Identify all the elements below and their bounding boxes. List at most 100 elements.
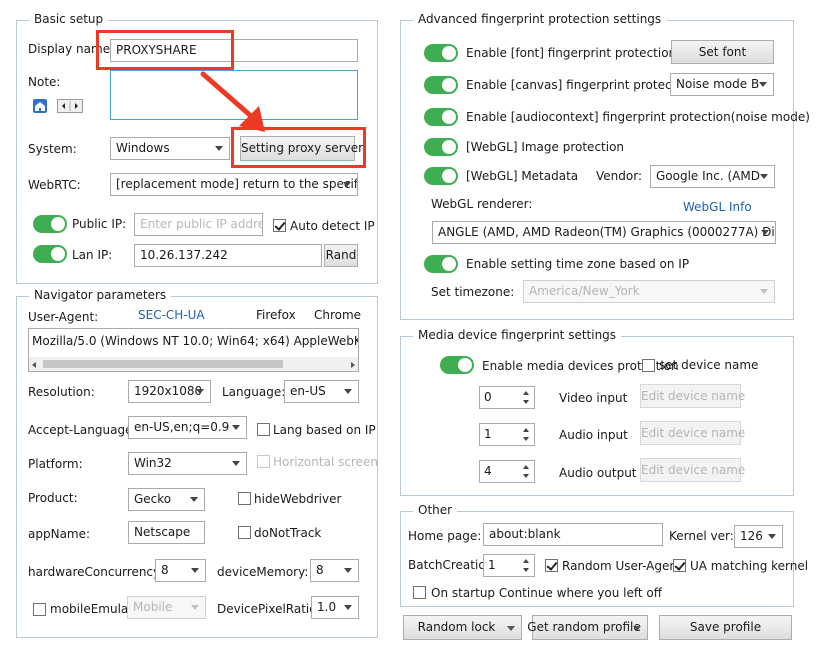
hide-webdriver-label: hideWebdriver [254, 492, 342, 506]
edit-video-device-button[interactable]: Edit device name [640, 384, 745, 408]
user-agent-value: Mozilla/5.0 (Windows NT 10.0; Win64; x64… [32, 334, 359, 348]
mobile-value: Mobile [133, 600, 173, 614]
audio-input-value: 1 [484, 427, 492, 441]
media-toggle[interactable] [440, 356, 474, 374]
webrtc-select[interactable]: [replacement mode] return to the specifi… [110, 173, 358, 196]
audio-output-stepper[interactable]: 4 [479, 460, 535, 483]
donottrack-checkbox[interactable] [238, 526, 251, 539]
audio-output-value: 4 [484, 464, 492, 478]
webgl-info-link[interactable]: WebGL Info [683, 199, 752, 215]
home-page-input[interactable]: about:blank [483, 523, 663, 546]
kernel-ver-value: 126 [740, 529, 763, 543]
user-agent-box[interactable]: Mozilla/5.0 (Windows NT 10.0; Win64; x64… [28, 328, 359, 372]
firefox-link[interactable]: Firefox [256, 307, 296, 323]
user-agent-label: User-Agent: [28, 310, 99, 324]
webgl-meta-toggle[interactable] [424, 167, 458, 185]
set-device-name-checkbox[interactable] [642, 359, 655, 372]
accept-language-select[interactable]: en-US,en;q=0.9 [128, 416, 247, 439]
lan-ip-input[interactable]: 10.26.137.242 [134, 244, 322, 267]
lan-ip-label: Lan IP: [72, 248, 113, 262]
nav-arrows-icon[interactable] [57, 99, 83, 113]
horizontal-screen-checkbox[interactable] [257, 455, 270, 468]
language-select[interactable]: en-US [284, 380, 359, 403]
timezone-toggle[interactable] [424, 255, 458, 273]
mobile-select[interactable]: Mobile [127, 596, 206, 619]
basic-setup-title: Basic setup [29, 12, 109, 26]
chrome-link[interactable]: Chrome [314, 307, 361, 323]
language-value: en-US [290, 384, 326, 398]
mobile-emulation-checkbox[interactable] [33, 603, 46, 616]
media-title: Media device fingerprint settings [413, 328, 622, 342]
vendor-select[interactable]: Google Inc. (AMD [650, 165, 775, 188]
random-ua-checkbox[interactable] [545, 559, 558, 572]
set-device-name-label: set device name [659, 358, 759, 372]
resolution-value: 1920x1080 [134, 384, 203, 398]
auto-detect-checkbox[interactable] [273, 219, 286, 232]
rand-button[interactable]: Rand [324, 244, 358, 267]
canvas-mode-select[interactable]: Noise mode B [670, 73, 774, 96]
donottrack-label: doNotTrack [254, 526, 322, 540]
dpr-label: DevicePixelRatio: [217, 602, 321, 616]
video-input-label: Video input [559, 391, 628, 405]
renderer-select[interactable]: ANGLE (AMD, AMD Radeon(TM) Graphics (000… [432, 221, 776, 244]
random-lock-button[interactable]: Random lock [403, 615, 522, 640]
hw-concurrency-value: 8 [161, 563, 169, 577]
public-ip-label: Public IP: [72, 217, 127, 231]
set-font-button[interactable]: Set font [671, 40, 774, 64]
sec-ch-ua-link[interactable]: SEC-CH-UA [138, 307, 205, 323]
audio-output-label: Audio output [559, 466, 637, 480]
platform-value: Win32 [134, 456, 172, 470]
get-random-profile-button[interactable]: Get random profile [527, 615, 648, 640]
user-agent-scrollbar[interactable] [29, 357, 358, 371]
ua-matching-checkbox[interactable] [673, 559, 686, 572]
other-title: Other [413, 503, 458, 517]
random-ua-label: Random User-Agent [562, 559, 682, 573]
hw-concurrency-select[interactable]: 8 [155, 559, 206, 582]
kernel-ver-select[interactable]: 126 [734, 525, 783, 548]
save-profile-button[interactable]: Save profile [659, 615, 792, 640]
appname-input[interactable]: Netscape [128, 521, 205, 544]
font-toggle[interactable] [424, 44, 458, 62]
accept-language-label: Accept-Language: [28, 423, 137, 437]
batch-creation-stepper[interactable]: 1 [483, 554, 535, 577]
system-value: Windows [116, 141, 170, 155]
on-startup-checkbox[interactable] [413, 586, 426, 599]
language-label: Language: [222, 385, 286, 399]
device-memory-select[interactable]: 8 [310, 559, 359, 582]
product-label: Product: [28, 491, 78, 505]
platform-select[interactable]: Win32 [128, 452, 247, 475]
dpr-value: 1.0 [317, 600, 337, 614]
timezone-value: America/New_York [529, 284, 640, 298]
renderer-value: ANGLE (AMD, AMD Radeon(TM) Graphics (000… [438, 225, 775, 239]
dpr-select[interactable]: 1.0 [311, 596, 359, 619]
public-ip-input[interactable]: Enter public IP address [134, 213, 263, 236]
audio-label: Enable [audiocontext] fingerprint protec… [466, 110, 810, 124]
lang-based-ip-checkbox[interactable] [257, 423, 270, 436]
accept-language-value: en-US,en;q=0.9 [134, 420, 230, 434]
system-select[interactable]: Windows [110, 137, 230, 160]
resolution-label: Resolution: [28, 385, 95, 399]
timezone-select[interactable]: America/New_York [523, 280, 775, 303]
webgl-image-toggle[interactable] [424, 138, 458, 156]
get-random-profile-label: Get random profile [527, 620, 641, 634]
batch-creation-value: 1 [488, 558, 496, 572]
audio-input-stepper[interactable]: 1 [479, 423, 535, 446]
hide-webdriver-checkbox[interactable] [238, 492, 251, 505]
random-lock-label: Random lock [417, 620, 496, 634]
font-label: Enable [font] fingerprint protection [466, 46, 677, 60]
edit-audio-input-button[interactable]: Edit device name [640, 421, 745, 445]
audio-toggle[interactable] [424, 108, 458, 126]
webgl-image-label: [WebGL] Image protection [466, 140, 625, 154]
canvas-toggle[interactable] [424, 76, 458, 94]
video-input-stepper[interactable]: 0 [479, 386, 535, 409]
lan-ip-toggle[interactable] [33, 245, 67, 263]
kernel-ver-label: Kernel ver: [669, 529, 734, 543]
resolution-select[interactable]: 1920x1080 [128, 380, 211, 403]
vendor-label: Vendor: [596, 169, 642, 183]
edit-audio-output-button[interactable]: Edit device name [640, 458, 745, 482]
horizontal-screen-label: Horizontal screen [273, 455, 378, 469]
product-select[interactable]: Gecko [128, 488, 205, 511]
public-ip-toggle[interactable] [33, 215, 67, 233]
home-icon[interactable] [33, 99, 47, 113]
advanced-title: Advanced fingerprint protection settings [413, 12, 667, 26]
